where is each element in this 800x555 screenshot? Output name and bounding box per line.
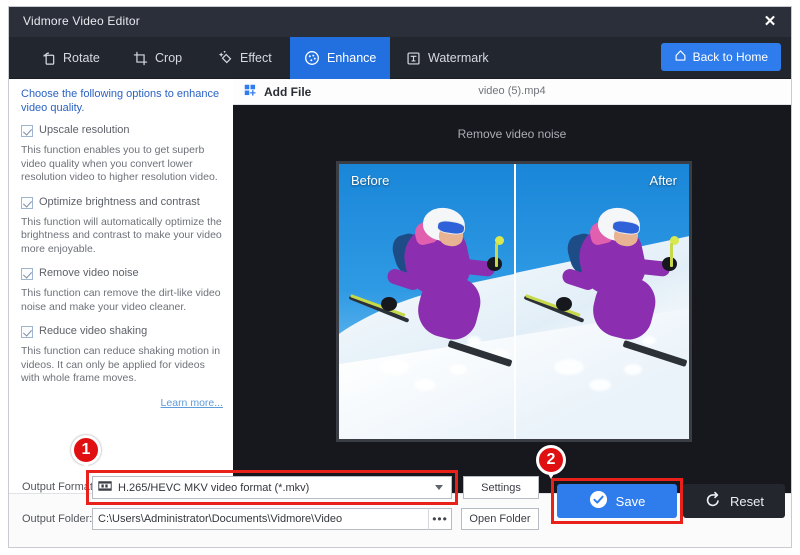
tab-watermark[interactable]: Watermark [392,37,503,79]
effect-icon [217,50,233,66]
option-label: Optimize brightness and contrast [39,195,200,208]
preview-before: Before [339,164,514,439]
open-folder-label: Open Folder [469,513,531,525]
tab-watermark-label: Watermark [428,51,489,65]
tab-effect-label: Effect [240,51,272,65]
enhance-options-panel: Choose the following options to enhance … [9,79,233,493]
after-label: After [649,173,677,188]
save-label: Save [615,493,646,509]
output-folder-input[interactable]: C:\Users\Administrator\Documents\Vidmore… [92,508,452,530]
back-to-home-label: Back to Home [692,50,768,64]
tab-crop-label: Crop [155,51,183,65]
settings-button[interactable]: Settings [463,476,539,499]
badge-number: 2 [546,451,556,468]
skier-scene-before [339,164,514,439]
main-body: Choose the following options to enhance … [9,79,791,493]
before-after-divider[interactable] [514,164,516,439]
home-icon [674,49,687,65]
output-format-select[interactable]: H.265/HEVC MKV video format (*.mkv) [92,476,452,499]
window-title: Vidmore Video Editor [23,14,140,28]
browse-folder-button[interactable]: ••• [428,508,452,530]
preview-panel: Add File video (5).mp4 Remove video nois… [233,79,791,493]
tab-enhance-label: Enhance [327,51,377,65]
close-icon[interactable]: ✕ [759,11,781,33]
option-description: This function can remove the dirt-like v… [21,287,221,313]
current-file-name: video (5).mp4 [478,85,546,97]
reset-button[interactable]: Reset [683,484,785,518]
main-toolbar: Rotate Crop Effect Enhance Watermark Bac… [9,37,791,79]
output-folder-value: C:\Users\Administrator\Documents\Vidmore… [98,513,343,525]
title-bar: Vidmore Video Editor ✕ [9,7,791,37]
application-window: Vidmore Video Editor ✕ Rotate Crop Effec… [8,6,792,548]
tab-effect[interactable]: Effect [203,37,286,79]
annotation-badge-2: 2 [536,445,566,479]
panel-heading: Choose the following options to enhance … [21,88,220,114]
option-label: Reduce video shaking [39,325,148,337]
video-stage: Remove video noise Before After [233,105,791,493]
annotation-badge-1: 1 [71,435,101,469]
output-format-label: Output Format: [22,481,96,493]
option-optimize-brightness-contrast[interactable]: Optimize brightness and contrast [21,196,223,209]
option-label: Remove video noise [39,267,139,279]
before-after-preview[interactable]: Before After [336,161,692,442]
crop-icon [133,51,148,66]
settings-label: Settings [481,481,521,494]
checkbox-remove-video-noise[interactable] [21,268,33,280]
check-circle-icon [589,490,608,512]
back-to-home-button[interactable]: Back to Home [660,43,781,71]
checkbox-optimize-brightness-contrast[interactable] [21,196,33,209]
option-label: Upscale resolution [39,124,130,136]
app-root: Vidmore Video Editor ✕ Rotate Crop Effec… [0,0,800,555]
checkbox-reduce-video-shaking[interactable] [21,326,33,338]
undo-icon [704,491,722,512]
film-icon [98,479,112,497]
chevron-down-icon[interactable] [435,485,443,490]
option-description: This function can reduce shaking motion … [21,345,221,384]
tab-crop[interactable]: Crop [119,37,196,79]
stage-title: Remove video noise [457,127,567,141]
option-upscale-resolution[interactable]: Upscale resolution [21,124,223,137]
browse-label: ••• [432,512,448,526]
rotate-icon [41,51,56,66]
tab-rotate-label: Rotate [63,51,100,65]
option-description: This function enables you to get superb … [21,144,218,183]
preview-after: After [514,164,689,439]
watermark-icon [406,51,421,66]
skier-scene-after [514,164,689,439]
learn-more-link[interactable]: Learn more... [21,397,223,409]
tab-rotate[interactable]: Rotate [27,37,114,79]
save-button[interactable]: Save [557,484,677,518]
option-remove-video-noise[interactable]: Remove video noise [21,267,223,280]
output-folder-label: Output Folder: [22,513,93,525]
tab-enhance[interactable]: Enhance [290,37,391,79]
checkbox-upscale-resolution[interactable] [21,125,33,137]
enhance-icon [304,50,320,66]
open-folder-button[interactable]: Open Folder [461,508,539,530]
output-format-value: H.265/HEVC MKV video format (*.mkv) [118,481,310,494]
badge-number: 1 [81,441,91,458]
option-description: This function will automatically optimiz… [21,215,222,255]
add-file-bar: Add File video (5).mp4 [233,79,791,105]
reset-label: Reset [730,493,764,509]
option-reduce-video-shaking[interactable]: Reduce video shaking [21,325,223,338]
before-label: Before [351,173,390,188]
